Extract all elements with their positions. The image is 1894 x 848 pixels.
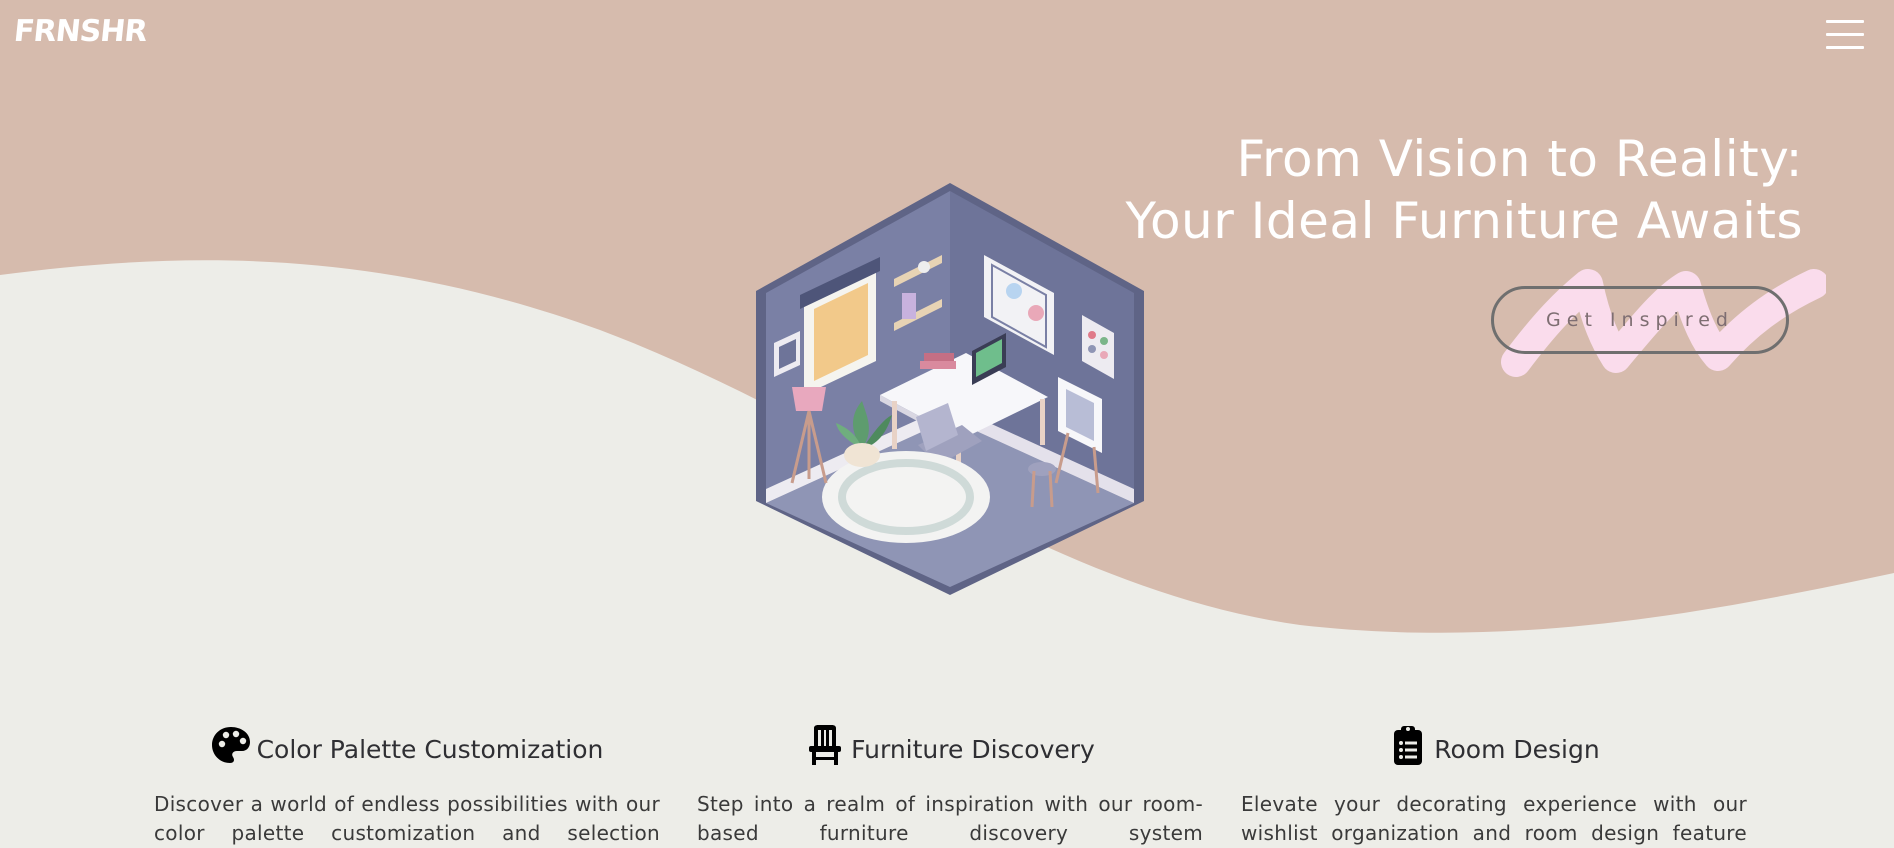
feature-description: Step into a realm of inspiration with ou… xyxy=(697,792,1203,845)
hero-headline: From Vision to Reality: Your Ideal Furni… xyxy=(1126,128,1803,252)
feature-furniture-discovery: Furniture Discovery Step into a realm of… xyxy=(697,722,1203,848)
room-illustration xyxy=(756,183,1144,595)
brand-logo[interactable]: FRNSHR xyxy=(12,14,148,49)
clipboard-list-icon xyxy=(1394,726,1423,765)
feature-title: Color Palette Customization xyxy=(256,734,604,764)
chair-icon xyxy=(809,725,842,765)
feature-description: Elevate your decorating experience with … xyxy=(1241,792,1747,845)
palette-icon xyxy=(211,727,250,763)
feature-title: Room Design xyxy=(1434,734,1600,764)
hero-headline-line1: From Vision to Reality: xyxy=(1236,130,1803,188)
get-inspired-button[interactable]: Get Inspired xyxy=(1491,286,1789,354)
feature-title: Furniture Discovery xyxy=(851,734,1095,764)
feature-room-design: Room Design Elevate your decorating expe… xyxy=(1241,722,1747,848)
hamburger-menu-icon[interactable] xyxy=(1826,20,1864,54)
feature-color-palette: Color Palette Customization Discover a w… xyxy=(154,722,660,848)
hero-headline-line2: Your Ideal Furniture Awaits xyxy=(1125,192,1803,250)
feature-description: Discover a world of endless possibilitie… xyxy=(154,792,660,845)
